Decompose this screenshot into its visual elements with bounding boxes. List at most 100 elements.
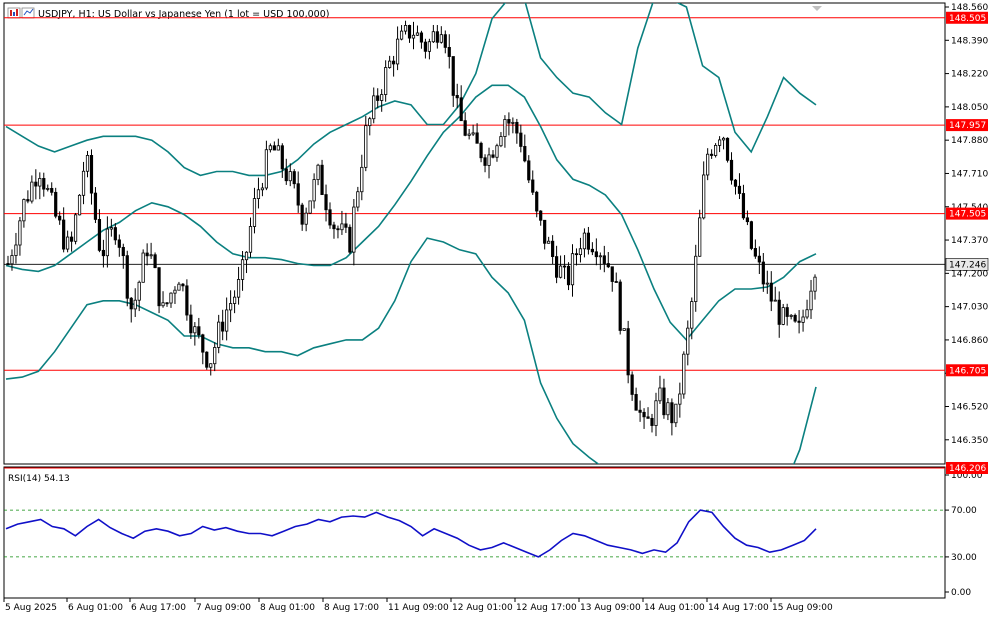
candle-body	[157, 267, 161, 307]
candle-body	[523, 146, 527, 162]
candle-body	[133, 299, 137, 310]
trading-chart[interactable]: USDJPY, H1: US Dollar vs Japanese Yen (1…	[0, 0, 1000, 620]
candle-body	[586, 232, 591, 250]
candle-body	[594, 251, 598, 258]
candle-body	[678, 393, 682, 405]
candle-body	[360, 166, 364, 193]
candle-body	[328, 209, 332, 226]
candle-body	[463, 120, 467, 136]
candle-body	[447, 47, 451, 57]
candle-body	[181, 283, 185, 287]
candle-body	[503, 119, 507, 137]
candle-body	[70, 236, 74, 242]
candle-body	[260, 187, 265, 191]
candle-body	[145, 252, 149, 257]
candle-body	[499, 136, 503, 147]
candle-body	[721, 137, 726, 141]
candle-body	[129, 297, 133, 310]
candle-body	[18, 220, 22, 246]
candle-body	[519, 132, 523, 147]
candle-body	[439, 34, 443, 43]
candle-body	[54, 191, 58, 217]
candle-body	[451, 56, 455, 96]
candle-body	[797, 320, 801, 323]
candle-body	[459, 97, 463, 122]
candle-body	[407, 25, 412, 39]
candle-body	[471, 132, 475, 135]
candle-body	[93, 192, 98, 220]
candle-body	[58, 215, 62, 221]
candle-body	[101, 249, 106, 257]
candle-body	[618, 281, 622, 331]
candle-body	[368, 118, 372, 127]
candle-body	[590, 248, 594, 253]
time-tick-label: 8 Aug 01:00	[260, 603, 315, 613]
candle-body	[614, 281, 618, 283]
candle-body	[527, 160, 531, 181]
price-tick-label: 147.200	[951, 269, 988, 279]
candle-body	[193, 326, 197, 334]
candle-body	[213, 347, 217, 365]
candle-body	[511, 121, 515, 124]
candle-body	[165, 302, 169, 305]
candle-body	[642, 411, 646, 418]
candle-body	[380, 94, 384, 101]
candle-body	[809, 290, 813, 311]
candle-body	[773, 299, 777, 302]
price-tick-label: 147.030	[951, 303, 988, 313]
time-tick-label: 15 Aug 09:00	[772, 603, 833, 613]
candle-body	[364, 125, 368, 168]
candle-body	[372, 95, 376, 120]
candle-body	[491, 154, 495, 158]
candle-body	[248, 226, 253, 253]
candle-body	[42, 178, 46, 190]
candle-body	[77, 194, 82, 216]
candle-body	[551, 240, 555, 257]
candle-body	[411, 34, 416, 39]
candle-body	[272, 145, 276, 151]
candle-body	[73, 214, 78, 242]
candle-body	[137, 281, 141, 301]
candle-body	[376, 95, 380, 101]
candle-body	[435, 31, 439, 43]
candle-body	[582, 232, 587, 250]
time-tick-label: 8 Aug 17:00	[324, 603, 379, 613]
time-tick-label: 14 Aug 01:00	[644, 603, 705, 613]
candle-body	[757, 255, 761, 263]
candle-body	[698, 217, 702, 257]
candle-body	[300, 204, 304, 225]
rsi-label: RSI(14) 54.13	[8, 474, 70, 484]
candle-body	[240, 259, 245, 280]
candle-body	[566, 265, 571, 286]
rsi-panel-frame	[3, 466, 946, 599]
time-axis: 5 Aug 2025 6 Aug 01:00 6 Aug 17:00 7 Aug 09…	[3, 598, 833, 613]
candle-body	[558, 265, 563, 278]
candle-body	[264, 149, 268, 189]
chart-shift-marker[interactable]	[812, 6, 822, 11]
candle-body	[606, 263, 610, 268]
candle-body	[714, 144, 718, 156]
candle-body	[62, 219, 66, 250]
candle-body	[801, 316, 805, 323]
candle-body	[650, 417, 654, 426]
level-price-tag-label: 147.505	[949, 210, 986, 220]
candle-body	[232, 296, 237, 304]
candle-body	[717, 139, 722, 146]
candle-body	[427, 41, 431, 52]
rsi-tick-label: 0.00	[951, 588, 971, 598]
candle-body	[574, 253, 579, 256]
price-tick-label: 146.350	[951, 436, 988, 446]
rsi-axis: 100.0070.0030.000.00	[945, 471, 983, 598]
candle-body	[89, 155, 94, 194]
candle-body	[153, 254, 157, 269]
candle-body	[761, 261, 765, 285]
rsi-indicator	[5, 509, 817, 558]
candle-body	[125, 255, 129, 299]
candle-body	[487, 154, 491, 166]
candle-body	[443, 34, 447, 48]
candle-body	[14, 244, 18, 256]
candle-body	[6, 263, 10, 265]
candle-body	[570, 253, 575, 286]
candle-body	[22, 199, 26, 222]
bar-chart-icon[interactable]	[7, 7, 35, 19]
